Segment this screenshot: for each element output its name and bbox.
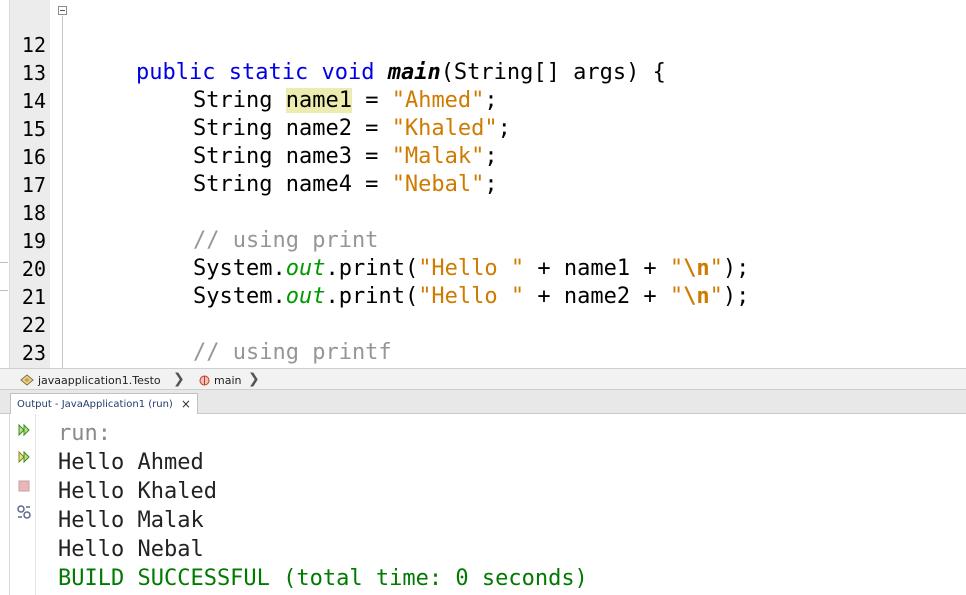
output-line: Hello Khaled: [58, 479, 217, 504]
output-line-build-status: BUILD SUCCESSFUL (total time: 0 seconds): [58, 566, 588, 591]
code-line[interactable]: 17: [0, 143, 966, 197]
output-line: Hello Malak: [58, 508, 204, 533]
output-window: Output - JavaApplication1 (run) × run: H…: [0, 390, 966, 595]
code-line[interactable]: 23 System.out.printf("Hello %s\n", name3…: [0, 311, 966, 365]
breadcrumb: javaapplication1.Testo ❯ main ❯: [0, 368, 966, 390]
stop-icon: [18, 480, 30, 492]
breadcrumb-separator-icon: ❯: [173, 371, 185, 387]
output-line: Hello Nebal: [58, 537, 204, 562]
code-line[interactable]: 12 public static void main(String[] args…: [0, 3, 966, 85]
settings-button[interactable]: [16, 504, 32, 520]
code-line[interactable]: 13 String name1 = "Ahmed";: [0, 31, 966, 113]
code-line[interactable]: 15 String name3 = "Malak";: [0, 87, 966, 169]
code-line[interactable]: 22 // using printf: [0, 283, 966, 365]
breadcrumb-separator-icon: ❯: [248, 371, 260, 387]
close-icon[interactable]: ×: [181, 397, 191, 411]
output-toolbar: [10, 414, 36, 595]
breadcrumb-class[interactable]: javaapplication1.Testo: [20, 372, 161, 388]
code-line[interactable]: 18 // using print: [0, 171, 966, 253]
code-line[interactable]: 14 String name2 = "Khaled";: [0, 59, 966, 141]
code-line[interactable]: 20 System.out.print("Hello " + name2 + "…: [0, 227, 966, 309]
tab-output-label: Output - JavaApplication1 (run): [17, 398, 173, 410]
output-line: Hello Ahmed: [58, 450, 204, 475]
rerun-with-options-button[interactable]: [16, 449, 32, 465]
stop-button[interactable]: [16, 478, 32, 494]
output-tab-bar: Output - JavaApplication1 (run) ×: [0, 390, 966, 414]
rerun-button[interactable]: [16, 422, 32, 438]
rerun-icon: [18, 423, 30, 437]
breadcrumb-method-label: main: [214, 373, 242, 387]
rerun-with-options-icon: [18, 450, 30, 464]
code-line[interactable]: 19 System.out.print("Hello " + name1 + "…: [0, 199, 966, 281]
output-left-strip: [0, 414, 10, 595]
output-line-run: run:: [58, 421, 111, 446]
method-icon: [199, 375, 210, 385]
breadcrumb-method[interactable]: main: [199, 372, 241, 388]
code-line[interactable]: 24 System.out.printf("Hello %s\n", name4…: [0, 339, 966, 367]
breadcrumb-class-label: javaapplication1.Testo: [38, 373, 161, 387]
code-editor[interactable]: 12 public static void main(String[] args…: [0, 0, 966, 368]
output-console[interactable]: run: Hello Ahmed Hello Khaled Hello Mala…: [58, 419, 588, 593]
tab-output[interactable]: Output - JavaApplication1 (run) ×: [10, 393, 198, 414]
code-line[interactable]: 16 String name4 = "Nebal";: [0, 115, 966, 197]
code-line[interactable]: 21: [0, 255, 966, 309]
settings-icon: [17, 505, 31, 519]
package-icon: [20, 374, 34, 386]
